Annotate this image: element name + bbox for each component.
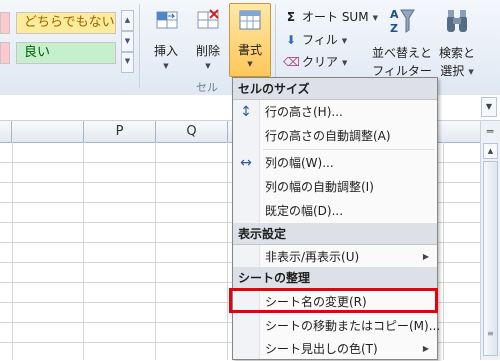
gallery-more-icon[interactable]: ▼ bbox=[121, 52, 134, 73]
style-bad-partial[interactable] bbox=[0, 12, 10, 34]
delete-label: 削除 bbox=[195, 44, 220, 58]
fill-label: フィル bbox=[302, 33, 338, 47]
sort-filter-label-1: 並べ替えと bbox=[371, 46, 432, 60]
clear-button[interactable]: ⌫ クリア ▼ bbox=[283, 52, 347, 72]
svg-text:Z: Z bbox=[390, 22, 398, 35]
insert-label: 挿入 bbox=[153, 44, 178, 58]
insert-button[interactable]: 挿入 ▼ bbox=[146, 4, 186, 86]
menu-item-label: 既定の幅(D)... bbox=[265, 204, 344, 218]
grid-line bbox=[83, 142, 84, 360]
menu-item-label: 列の幅の自動調整(I) bbox=[265, 180, 374, 194]
grip-icon: ≡ bbox=[487, 329, 494, 338]
scroll-split-icon[interactable]: ═ bbox=[484, 125, 496, 139]
format-cells-icon bbox=[239, 10, 261, 30]
insert-cells-icon bbox=[156, 11, 178, 29]
sort-filter-icon: A Z bbox=[390, 8, 415, 35]
fill-button[interactable]: ⬇ フィル ▼ bbox=[283, 30, 347, 50]
style-neutral[interactable]: どちらでもない bbox=[16, 12, 116, 34]
menu-item-autofit-column[interactable]: 列の幅の自動調整(I) bbox=[233, 175, 437, 199]
binoculars-icon bbox=[447, 10, 467, 32]
chevron-down-icon: ▼ bbox=[205, 62, 211, 70]
svg-text:A: A bbox=[390, 8, 399, 21]
delete-button[interactable]: 削除 ▼ bbox=[188, 4, 228, 86]
find-select-label-2: 選択 ▼ bbox=[440, 64, 474, 78]
autosum-button[interactable]: Σ オート SUM ▼ bbox=[283, 7, 378, 27]
ribbon-separator bbox=[275, 4, 276, 88]
menu-section-organize-sheets: シートの整理 bbox=[233, 267, 437, 289]
clear-label: クリア bbox=[302, 55, 339, 69]
format-menu: セルのサイズ ↕ 行の高さ(H)... 行の高さの自動調整(A) ↔ 列の幅(W… bbox=[232, 77, 441, 361]
cells-group-label: セル bbox=[196, 81, 218, 94]
menu-item-label: シート見出しの色(T) bbox=[265, 342, 378, 356]
column-header-blank[interactable] bbox=[12, 121, 84, 142]
menu-item-tab-color[interactable]: シート見出しの色(T) ▶ bbox=[233, 337, 437, 361]
menu-section-visibility: 表示設定 bbox=[233, 223, 437, 245]
gallery-scroll-up-icon[interactable]: ▲ bbox=[121, 10, 134, 31]
menu-item-label: シートの移動またはコピー(M)... bbox=[265, 319, 441, 333]
menu-item-column-width[interactable]: ↔ 列の幅(W)... bbox=[233, 151, 437, 175]
grid-line bbox=[12, 142, 13, 360]
rename-highlight-box bbox=[229, 288, 438, 313]
menu-item-row-height[interactable]: ↕ 行の高さ(H)... bbox=[233, 100, 437, 124]
row-height-icon: ↕ bbox=[240, 104, 252, 120]
format-button[interactable]: 書式 ▼ bbox=[229, 3, 271, 77]
menu-item-label: 列の幅(W)... bbox=[265, 156, 334, 170]
format-label: 書式 bbox=[237, 43, 262, 57]
expand-formula-bar-icon[interactable]: ▼ bbox=[481, 97, 497, 117]
column-width-icon: ↔ bbox=[240, 155, 252, 171]
menu-item-label: 行の高さ(H)... bbox=[265, 105, 343, 119]
autosum-label: オート SUM bbox=[302, 10, 369, 24]
gallery-scroll-down-icon[interactable]: ▼ bbox=[121, 31, 134, 52]
menu-item-autofit-row[interactable]: 行の高さの自動調整(A) bbox=[233, 124, 437, 148]
delete-cells-icon bbox=[197, 9, 219, 29]
grid-line bbox=[443, 142, 444, 360]
menu-section-cell-size: セルのサイズ bbox=[233, 78, 437, 100]
eraser-icon: ⌫ bbox=[283, 55, 300, 69]
find-select-button[interactable]: 検索と 選択 ▼ bbox=[432, 4, 482, 86]
scroll-thumb[interactable]: ≡ bbox=[483, 161, 498, 356]
chevron-down-icon: ▼ bbox=[342, 58, 348, 67]
column-header-q[interactable]: Q bbox=[156, 121, 228, 142]
sort-filter-button[interactable]: A Z 並べ替えと フィルター▼ bbox=[370, 4, 434, 91]
ribbon-separator bbox=[139, 4, 140, 88]
chevron-down-icon: ▼ bbox=[247, 60, 253, 68]
menu-item-default-width[interactable]: 既定の幅(D)... bbox=[233, 199, 437, 223]
find-select-label-1: 検索と bbox=[438, 46, 475, 60]
style-bad-partial-2[interactable] bbox=[0, 42, 10, 64]
chevron-down-icon: ▼ bbox=[341, 36, 348, 45]
vertical-scrollbar[interactable]: ═ ▲ ≡ bbox=[480, 121, 500, 360]
menu-item-label: 行の高さの自動調整(A) bbox=[265, 129, 391, 143]
grid-line bbox=[227, 142, 228, 360]
submenu-arrow-icon: ▶ bbox=[422, 344, 429, 353]
grid-line bbox=[155, 142, 156, 360]
column-header-p[interactable]: P bbox=[84, 121, 156, 142]
chevron-down-icon: ▼ bbox=[163, 62, 169, 70]
column-header-partial[interactable] bbox=[0, 121, 12, 142]
fill-down-icon: ⬇ bbox=[285, 33, 297, 47]
submenu-arrow-icon: ▶ bbox=[422, 252, 429, 261]
menu-item-hide-unhide[interactable]: 非表示/再表示(U) ▶ bbox=[233, 245, 437, 269]
menu-item-move-copy-sheet[interactable]: シートの移動またはコピー(M)... bbox=[233, 314, 441, 338]
menu-item-label: 非表示/再表示(U) bbox=[265, 250, 360, 264]
menu-separator bbox=[263, 149, 435, 150]
sigma-icon: Σ bbox=[286, 10, 296, 24]
style-good[interactable]: 良い bbox=[16, 42, 116, 64]
scroll-up-icon[interactable]: ▲ bbox=[483, 143, 498, 159]
